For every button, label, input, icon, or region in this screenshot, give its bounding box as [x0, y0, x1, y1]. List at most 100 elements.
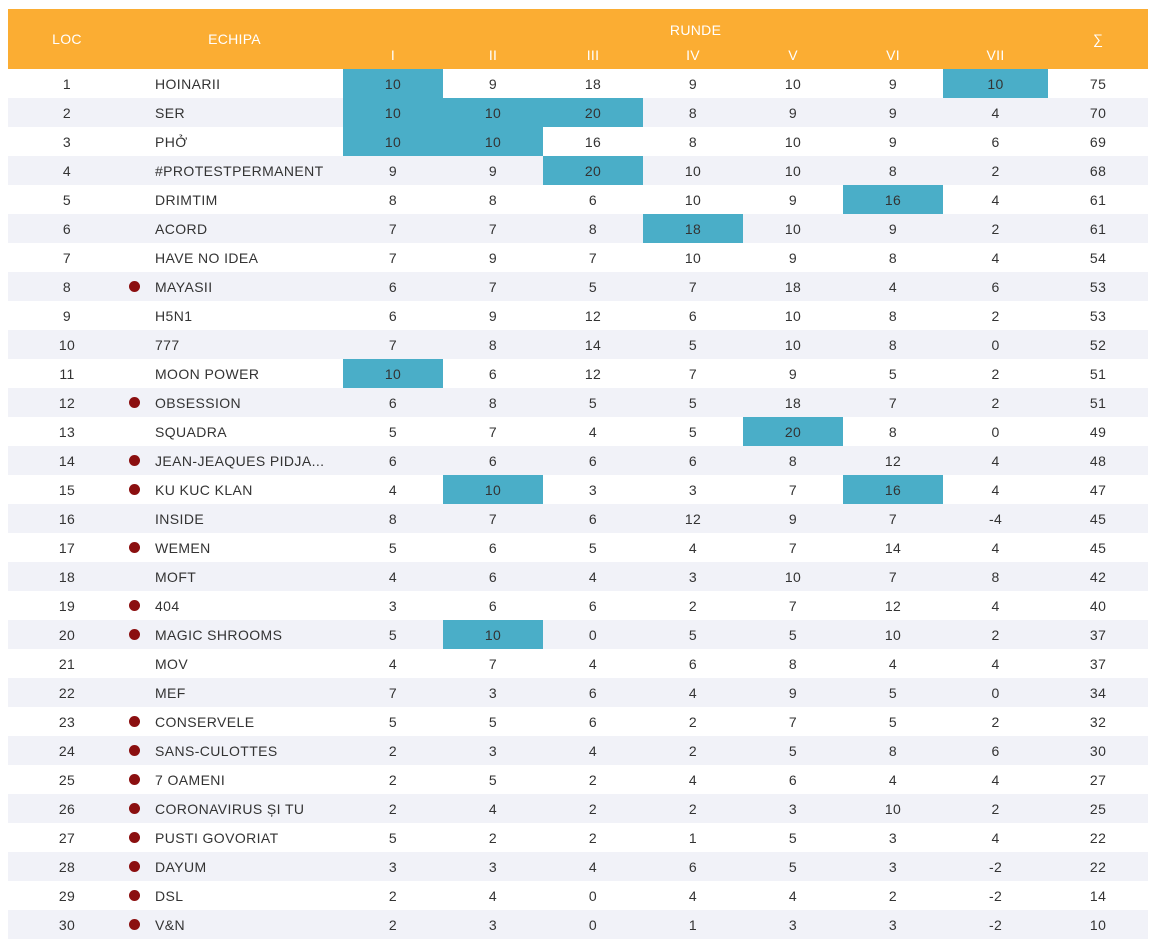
- marker-dot-icon: [129, 484, 140, 495]
- round-1-score: 4: [343, 649, 444, 678]
- row-marker-cell: [126, 446, 143, 475]
- round-7-score: 2: [943, 794, 1049, 823]
- header-team: ECHIPA: [126, 9, 344, 69]
- row-total: 10: [1048, 910, 1149, 939]
- row-total: 68: [1048, 156, 1149, 185]
- round-5-score: 9: [743, 359, 844, 388]
- table-row: 17 WEMEN 5 6 5 4 7 14 4 45: [8, 533, 1149, 562]
- round-5-score: 5: [743, 620, 844, 649]
- round-2-score: 6: [443, 591, 544, 620]
- round-5-score: 10: [743, 301, 844, 330]
- round-4-score: 2: [643, 736, 744, 765]
- round-1-score: 5: [343, 823, 444, 852]
- row-position: 2: [8, 98, 126, 127]
- round-7-score: 4: [943, 533, 1049, 562]
- marker-dot-icon: [129, 542, 140, 553]
- row-marker-cell: [126, 562, 143, 591]
- round-7-score: 4: [943, 98, 1049, 127]
- round-3-score: 6: [543, 707, 644, 736]
- row-total: 25: [1048, 794, 1149, 823]
- table-row: 3 PHỞ 10 10 16 8 10 9 6 69: [8, 127, 1149, 156]
- round-4-score: 18: [643, 214, 744, 243]
- round-1-score: 6: [343, 272, 444, 301]
- marker-dot-icon: [129, 803, 140, 814]
- table-row: 27 PUSTI GOVORIAT 5 2 2 1 5 3 4 22: [8, 823, 1149, 852]
- round-1-score: 10: [343, 69, 444, 98]
- marker-dot-icon: [129, 600, 140, 611]
- row-total: 69: [1048, 127, 1149, 156]
- round-5-score: 7: [743, 533, 844, 562]
- round-5-score: 10: [743, 330, 844, 359]
- round-4-score: 8: [643, 127, 744, 156]
- row-total: 47: [1048, 475, 1149, 504]
- round-1-score: 10: [343, 127, 444, 156]
- round-6-score: 9: [843, 69, 944, 98]
- round-3-score: 2: [543, 765, 644, 794]
- round-7-score: 4: [943, 649, 1049, 678]
- round-1-score: 3: [343, 852, 444, 881]
- round-7-score: 2: [943, 301, 1049, 330]
- row-team-name: JEAN-JEAQUES PIDJA...: [143, 446, 344, 475]
- round-3-score: 5: [543, 272, 644, 301]
- round-5-score: 3: [743, 910, 844, 939]
- row-marker-cell: [126, 214, 143, 243]
- row-total: 42: [1048, 562, 1149, 591]
- round-2-score: 2: [443, 823, 544, 852]
- round-3-score: 6: [543, 591, 644, 620]
- round-1-score: 6: [343, 388, 444, 417]
- round-5-score: 10: [743, 156, 844, 185]
- row-marker-cell: [126, 301, 143, 330]
- row-position: 28: [8, 852, 126, 881]
- row-team-name: OBSESSION: [143, 388, 344, 417]
- round-1-score: 7: [343, 678, 444, 707]
- round-4-score: 7: [643, 272, 744, 301]
- table-row: 12 OBSESSION 6 8 5 5 18 7 2 51: [8, 388, 1149, 417]
- round-6-score: 8: [843, 243, 944, 272]
- row-team-name: MOON POWER: [143, 359, 344, 388]
- row-total: 32: [1048, 707, 1149, 736]
- row-position: 26: [8, 794, 126, 823]
- table-row: 18 MOFT 4 6 4 3 10 7 8 42: [8, 562, 1149, 591]
- table-row: 20 MAGIC SHROOMS 5 10 0 5 5 10 2 37: [8, 620, 1149, 649]
- row-position: 17: [8, 533, 126, 562]
- table-row: 19 404 3 6 6 2 7 12 4 40: [8, 591, 1149, 620]
- row-total: 30: [1048, 736, 1149, 765]
- round-2-score: 7: [443, 214, 544, 243]
- round-7-score: 4: [943, 446, 1049, 475]
- row-total: 40: [1048, 591, 1149, 620]
- row-position: 16: [8, 504, 126, 533]
- row-total: 22: [1048, 823, 1149, 852]
- round-2-score: 8: [443, 185, 544, 214]
- round-5-score: 7: [743, 707, 844, 736]
- round-4-score: 6: [643, 446, 744, 475]
- round-5-score: 18: [743, 272, 844, 301]
- row-team-name: PHỞ: [143, 127, 344, 156]
- table-row: 14 JEAN-JEAQUES PIDJA... 6 6 6 6 8 12 4 48: [8, 446, 1149, 475]
- round-3-score: 12: [543, 359, 644, 388]
- round-1-score: 5: [343, 533, 444, 562]
- round-2-score: 6: [443, 533, 544, 562]
- row-team-name: MOFT: [143, 562, 344, 591]
- round-2-score: 7: [443, 417, 544, 446]
- round-4-score: 7: [643, 359, 744, 388]
- round-1-score: 8: [343, 504, 444, 533]
- header-round-6: VI: [843, 40, 944, 69]
- row-position: 13: [8, 417, 126, 446]
- round-2-score: 9: [443, 69, 544, 98]
- row-marker-cell: [126, 823, 143, 852]
- round-6-score: 2: [843, 881, 944, 910]
- row-position: 19: [8, 591, 126, 620]
- marker-dot-icon: [129, 890, 140, 901]
- round-4-score: 3: [643, 562, 744, 591]
- round-7-score: 6: [943, 736, 1049, 765]
- round-6-score: 4: [843, 649, 944, 678]
- row-position: 9: [8, 301, 126, 330]
- round-2-score: 5: [443, 765, 544, 794]
- row-total: 70: [1048, 98, 1149, 127]
- round-1-score: 5: [343, 707, 444, 736]
- round-3-score: 8: [543, 214, 644, 243]
- round-2-score: 5: [443, 707, 544, 736]
- round-3-score: 0: [543, 620, 644, 649]
- header-sum: ∑: [1048, 9, 1149, 69]
- round-2-score: 6: [443, 359, 544, 388]
